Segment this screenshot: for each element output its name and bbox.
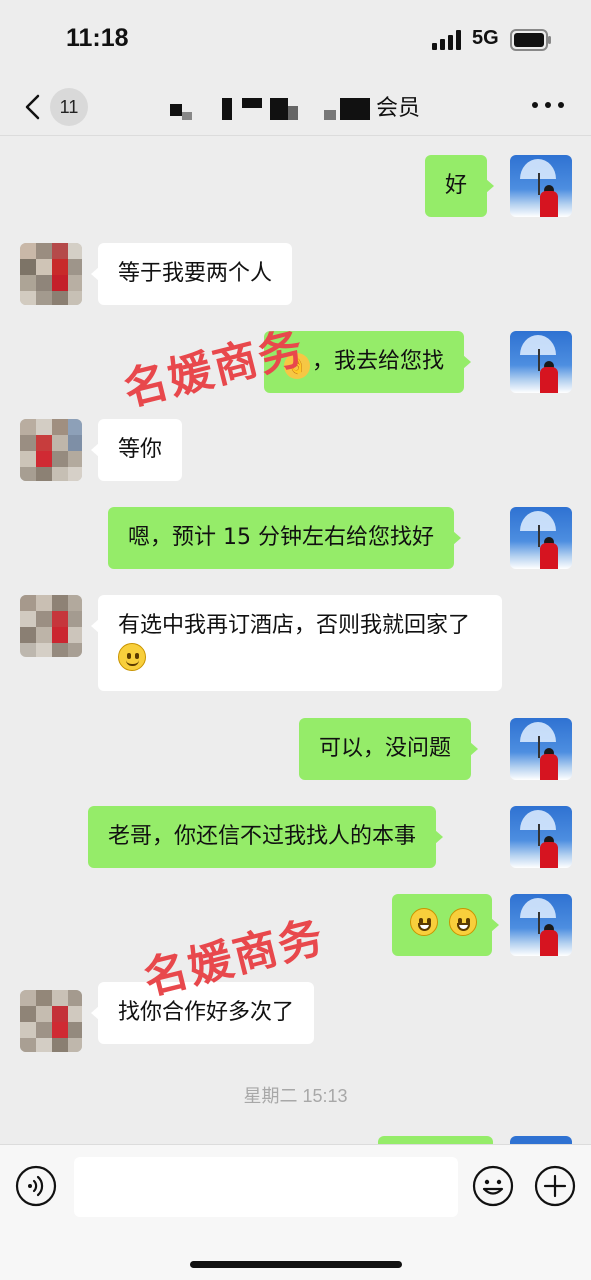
- message-bubble-outgoing[interactable]: [392, 894, 499, 956]
- status-time: 11:18: [66, 24, 129, 52]
- message-bubble-outgoing[interactable]: 老哥，你还信不过我找人的本事: [88, 806, 444, 868]
- back-button[interactable]: 11: [18, 88, 94, 126]
- my-avatar[interactable]: [510, 894, 572, 956]
- my-avatar[interactable]: [510, 806, 572, 868]
- grinning-emoji: [449, 908, 477, 936]
- watermark: 名媛商务: [118, 322, 310, 417]
- more-dot-icon: [558, 102, 564, 108]
- my-avatar[interactable]: [510, 331, 572, 393]
- voice-input-icon[interactable]: [15, 1165, 57, 1207]
- my-avatar[interactable]: [510, 718, 572, 780]
- message-bubble-outgoing[interactable]: 嗯，预计 15 分钟左右给您找好: [108, 507, 461, 569]
- message-text: ，我去给您找: [312, 349, 445, 374]
- message-bubble-outgoing[interactable]: 好: [425, 155, 495, 217]
- timestamp-divider: 星期二 15:13: [243, 1086, 348, 1106]
- redacted-title-mosaic: [170, 96, 380, 122]
- message-input[interactable]: [74, 1157, 458, 1217]
- unread-badge: 11: [50, 88, 88, 126]
- status-bar: 11:18 5G: [0, 0, 591, 76]
- smile-emoji: [118, 643, 146, 671]
- more-options-button[interactable]: [530, 98, 566, 112]
- grinning-emoji: [410, 908, 438, 936]
- message-bubble-incoming[interactable]: 等于我要两个人: [90, 243, 293, 305]
- chevron-left-icon: [25, 94, 40, 120]
- my-avatar[interactable]: [510, 507, 572, 569]
- chat-header: 11 会员: [0, 76, 591, 136]
- friend-avatar[interactable]: [20, 419, 82, 481]
- chat-title: 会员: [376, 96, 421, 121]
- my-avatar[interactable]: [510, 155, 572, 217]
- friend-avatar[interactable]: [20, 243, 82, 305]
- battery-icon: [510, 29, 551, 51]
- friend-avatar[interactable]: [20, 595, 82, 657]
- input-toolbar: [0, 1144, 591, 1280]
- signal-icon: [432, 30, 461, 50]
- message-bubble-incoming[interactable]: 有选中我再订酒店，否则我就回家了: [91, 595, 502, 691]
- friend-avatar[interactable]: [20, 990, 82, 1052]
- plus-icon[interactable]: [534, 1165, 576, 1207]
- home-indicator: [190, 1261, 402, 1268]
- message-text: 有选中我再订酒店，否则我就回家了: [118, 613, 471, 638]
- more-dot-icon: [532, 102, 538, 108]
- network-label: 5G: [472, 27, 499, 49]
- more-dot-icon: [545, 102, 551, 108]
- message-bubble-outgoing[interactable]: 可以，没问题: [299, 718, 479, 780]
- emoji-picker-icon[interactable]: [472, 1165, 514, 1207]
- message-bubble-incoming[interactable]: 等你: [90, 419, 183, 481]
